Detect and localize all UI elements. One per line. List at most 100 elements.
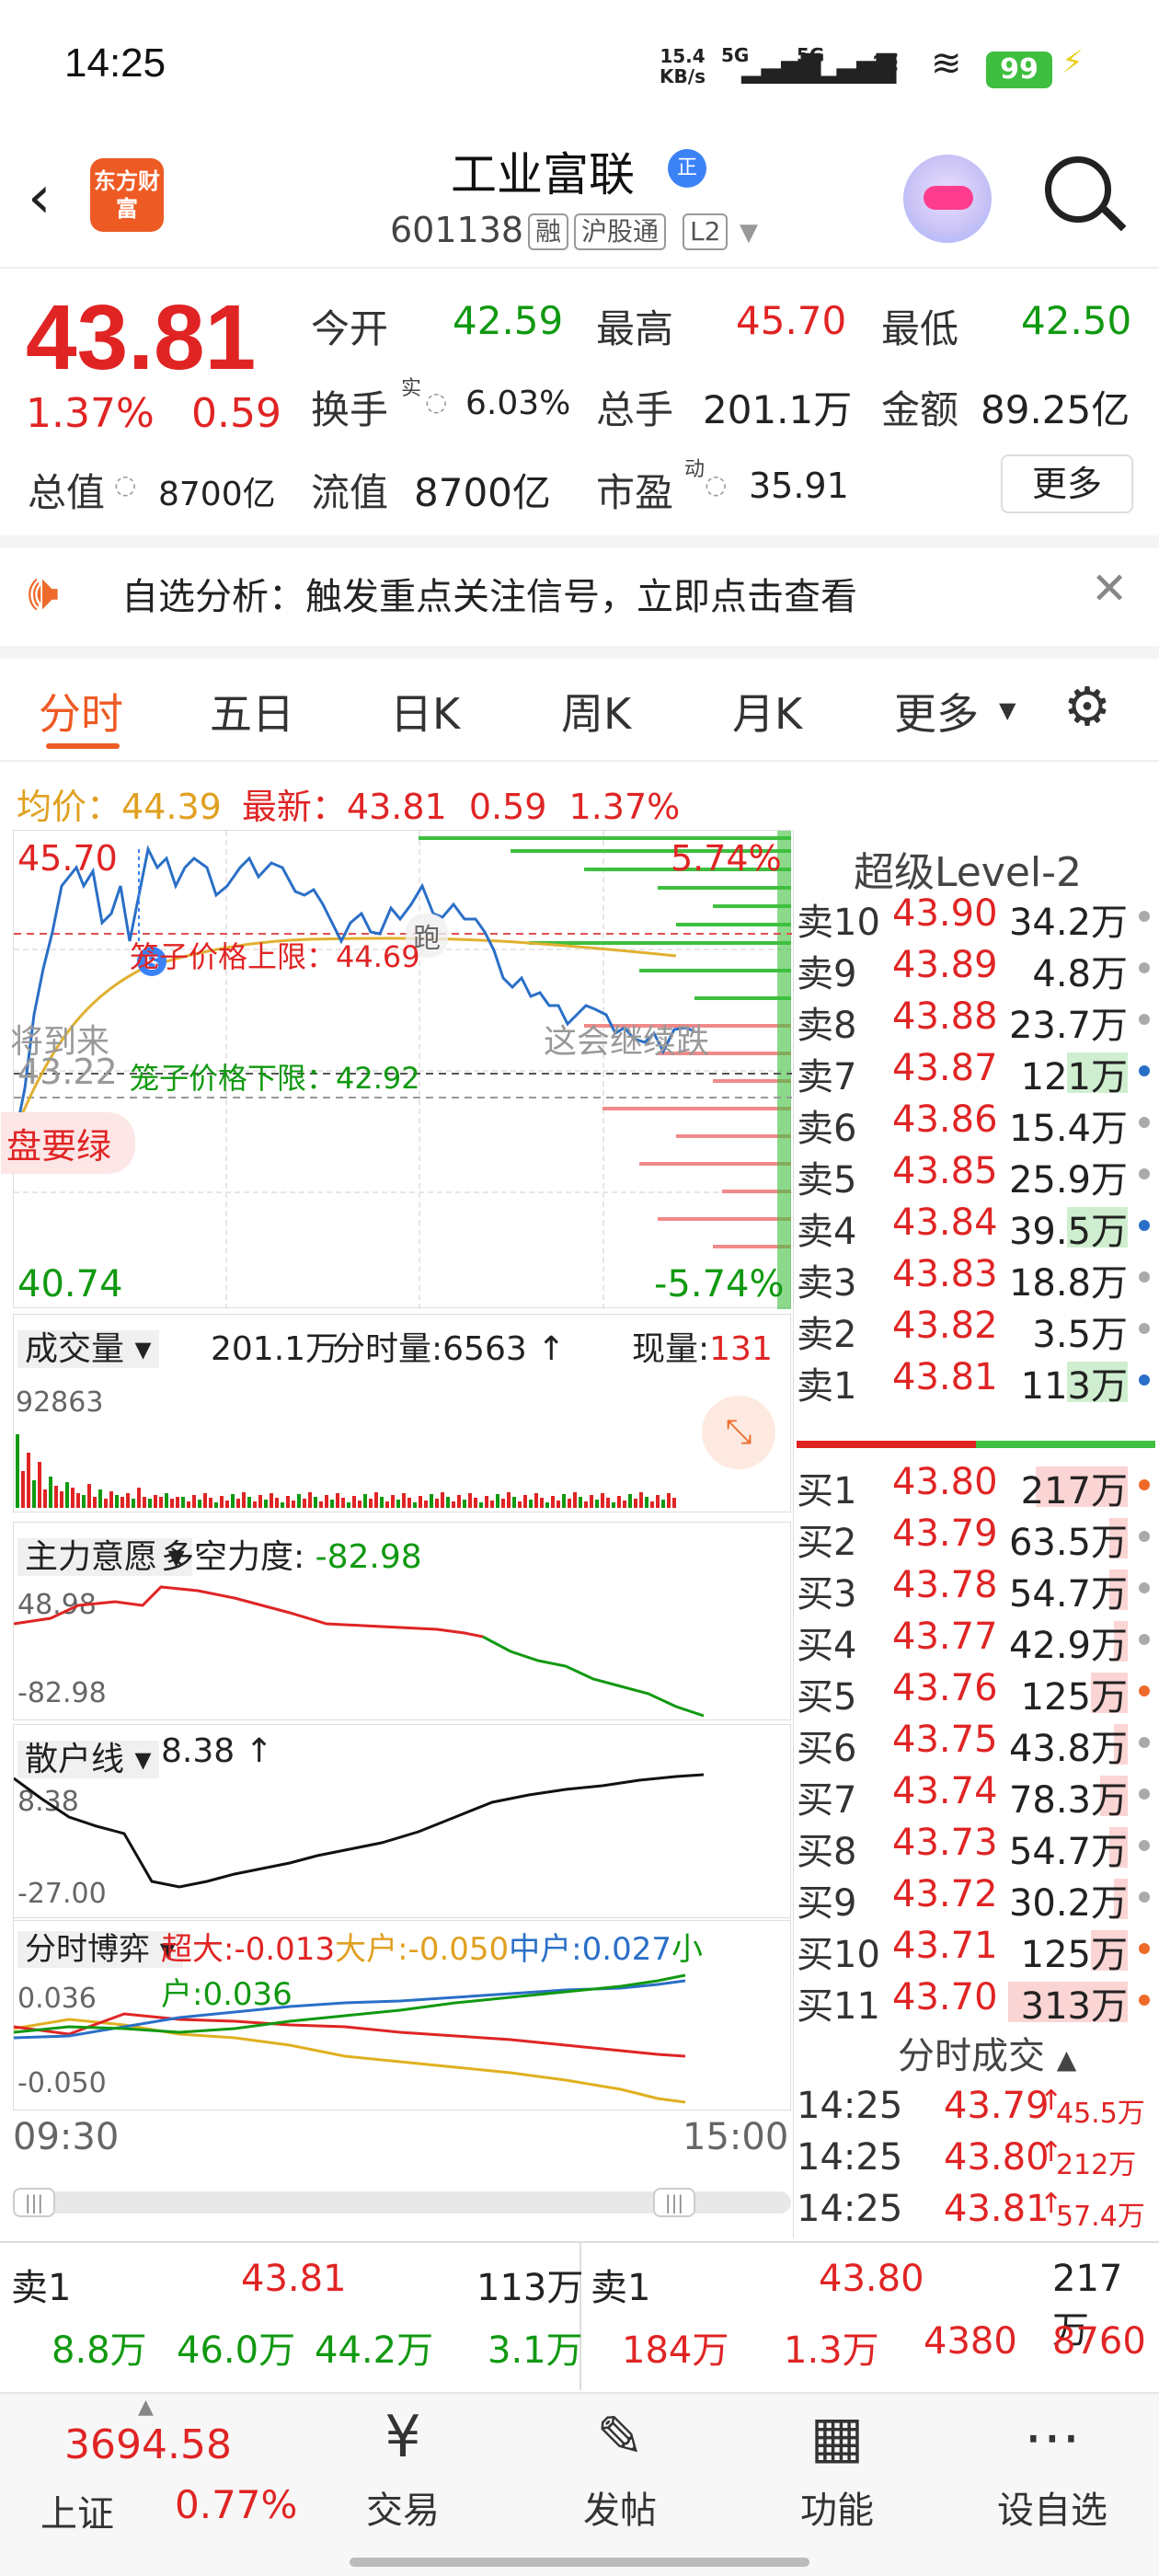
bid-row[interactable]: 买2 43.79 63.5万 bbox=[797, 1512, 1155, 1564]
ask-row[interactable]: 卖1 43.81 113万 bbox=[797, 1356, 1155, 1408]
tab-more[interactable]: 更多 bbox=[894, 681, 979, 742]
tab-five-day[interactable]: 五日 bbox=[210, 681, 294, 742]
tab-monthly-k[interactable]: 月K bbox=[732, 681, 802, 742]
volume-bar bbox=[446, 1497, 450, 1508]
low-label: 最低 bbox=[881, 306, 959, 351]
bid-row[interactable]: 买5 43.76 125万 bbox=[797, 1667, 1155, 1719]
profile-bar bbox=[777, 831, 791, 1309]
gear-icon[interactable]: ⚙ bbox=[1063, 675, 1111, 738]
volume-bar bbox=[247, 1497, 251, 1508]
ask-dot bbox=[1139, 1117, 1150, 1128]
intraday-chart[interactable]: S 45.70 5.74% 跑 笼子价格上限：44.69 将到来 这会继续跌 4… bbox=[1, 830, 792, 1309]
stock-name: 工业富联 bbox=[451, 148, 635, 201]
index-name[interactable]: 上证 bbox=[40, 2484, 114, 2537]
nav-trade-label: 交易 bbox=[366, 2490, 440, 2532]
eye-icon[interactable]: ◌ bbox=[705, 469, 727, 500]
bid-price: 43.79 bbox=[892, 1512, 998, 1555]
volume-bar bbox=[76, 1493, 80, 1508]
speaker-icon: 🕪 bbox=[28, 563, 60, 621]
trade-row: 14:25 43.79 ↑ 45.5万 bbox=[797, 2085, 1155, 2136]
bid-row[interactable]: 买7 43.74 78.3万 bbox=[797, 1770, 1155, 1822]
index-value[interactable]: 3694.58 bbox=[64, 2421, 232, 2468]
bid-row[interactable]: 买4 43.77 42.9万 bbox=[797, 1616, 1155, 1667]
ask-row[interactable]: 卖8 43.88 23.7万 bbox=[797, 995, 1155, 1047]
ask-dot bbox=[1139, 1374, 1150, 1386]
bid-volume: 78.3万 bbox=[1008, 1779, 1128, 1822]
volume-bar bbox=[407, 1498, 411, 1508]
assistant-eye bbox=[924, 186, 973, 210]
volume-panel[interactable]: 成交量 ▾ 201.1万 分时量:6563 ↑ 现量:131 92863 ⤡ bbox=[13, 1314, 791, 1512]
sell-queue-item: 44.2万 bbox=[315, 2329, 434, 2372]
nav-post[interactable]: ✎ 发帖 bbox=[546, 2403, 694, 2534]
eye-icon[interactable]: ◌ bbox=[425, 386, 447, 417]
ask-price: 43.84 bbox=[892, 1202, 998, 1244]
bid-row[interactable]: 买11 43.70 313万 bbox=[797, 1976, 1155, 2028]
scroll-handle-right[interactable]: ||| bbox=[653, 2188, 695, 2217]
more-button[interactable]: 更多 bbox=[1001, 454, 1133, 513]
open-label: 今开 bbox=[311, 306, 389, 351]
tab-intraday[interactable]: 分时 bbox=[39, 681, 123, 742]
ask-row[interactable]: 卖2 43.82 3.5万 bbox=[797, 1305, 1155, 1356]
volume-bar bbox=[612, 1502, 615, 1508]
ask-row[interactable]: 卖4 43.84 39.5万 bbox=[797, 1202, 1155, 1253]
nav-functions-label: 功能 bbox=[800, 2490, 874, 2532]
chevron-up-icon[interactable]: ▲ bbox=[138, 2396, 154, 2419]
ask-row[interactable]: 卖3 43.83 18.8万 bbox=[797, 1253, 1155, 1305]
bid-row[interactable]: 买3 43.78 54.7万 bbox=[797, 1564, 1155, 1616]
volume-bar bbox=[501, 1499, 505, 1508]
bid-row[interactable]: 买1 43.80 217万 bbox=[797, 1461, 1155, 1512]
price-line bbox=[14, 845, 695, 1144]
volume-bar bbox=[352, 1496, 356, 1508]
tab-daily-k[interactable]: 日K bbox=[390, 681, 460, 742]
close-icon[interactable]: ✕ bbox=[1091, 563, 1128, 615]
main-force-panel[interactable]: 主力意愿 ▾ 多空力度: -82.98 48.98 -82.98 bbox=[13, 1522, 791, 1720]
retail-line-panel[interactable]: 散户线 ▾ 8.38 ↑ 8.38 -27.00 bbox=[13, 1724, 791, 1921]
ask-row[interactable]: 卖10 43.90 34.2万 bbox=[797, 892, 1155, 944]
game-panel[interactable]: 分时博弈 ▾ 超大:-0.013大户:-0.050中户:0.027小户:0.03… bbox=[13, 1917, 791, 2110]
wifi-icon-2: ≋ bbox=[931, 42, 962, 85]
mktcap-label: 总值 bbox=[28, 470, 106, 515]
eye-icon[interactable]: ◌ bbox=[114, 469, 136, 500]
volume-bar bbox=[220, 1496, 224, 1508]
volume-bar bbox=[656, 1495, 660, 1508]
amount-label: 金额 bbox=[881, 387, 959, 432]
home-indicator[interactable] bbox=[350, 2558, 809, 2567]
ask-label: 卖6 bbox=[797, 1108, 857, 1150]
alert-text[interactable]: 自选分析：触发重点关注信号，立即点击查看 bbox=[121, 567, 857, 620]
bid-volume: 43.8万 bbox=[1008, 1728, 1128, 1770]
volume-bar bbox=[198, 1500, 201, 1508]
scroll-handle-left[interactable]: ||| bbox=[13, 2188, 55, 2217]
trades-title[interactable]: 分时成交 ▲ bbox=[898, 2026, 1076, 2079]
chevron-down-icon[interactable]: ▼ bbox=[999, 697, 1016, 723]
nav-add-watchlist[interactable]: ⋯ 设自选 bbox=[979, 2403, 1126, 2534]
volume-bar bbox=[109, 1491, 113, 1508]
ask-row[interactable]: 卖6 43.86 15.4万 bbox=[797, 1098, 1155, 1150]
bid-label: 买11 bbox=[797, 1985, 880, 2028]
volume-bar bbox=[292, 1501, 295, 1508]
ask-row[interactable]: 卖7 43.87 121万 bbox=[797, 1047, 1155, 1098]
high-label: 最高 bbox=[596, 306, 674, 351]
level2-title[interactable]: 超级Level-2 bbox=[854, 839, 1082, 898]
turnover-value: 6.03% bbox=[465, 385, 571, 422]
search-icon[interactable] bbox=[1045, 156, 1111, 223]
ask-volume: 4.8万 bbox=[1032, 953, 1128, 995]
volume-bar bbox=[27, 1453, 30, 1508]
nav-functions[interactable]: ▦ 功能 bbox=[763, 2403, 911, 2534]
ask-volume: 15.4万 bbox=[1008, 1108, 1128, 1150]
index-pct[interactable]: 0.77% bbox=[175, 2482, 297, 2527]
ask-dot bbox=[1139, 1323, 1150, 1334]
bid-row[interactable]: 买9 43.72 30.2万 bbox=[797, 1873, 1155, 1925]
nav-trade[interactable]: ¥ 交易 bbox=[329, 2403, 476, 2534]
app-logo[interactable]: 东方财富 bbox=[90, 158, 164, 232]
bid-row[interactable]: 买10 43.71 125万 bbox=[797, 1925, 1155, 1976]
back-icon[interactable]: ‹ bbox=[28, 164, 52, 232]
ask-volume: 113万 bbox=[1020, 1365, 1128, 1408]
bid-volume: 54.7万 bbox=[1008, 1573, 1128, 1616]
bid-row[interactable]: 买8 43.73 54.7万 bbox=[797, 1822, 1155, 1873]
ask-row[interactable]: 卖9 43.89 4.8万 bbox=[797, 944, 1155, 995]
nav-add-watchlist-label: 设自选 bbox=[997, 2490, 1107, 2532]
chevron-down-icon[interactable]: ▼ bbox=[740, 219, 758, 247]
tab-weekly-k[interactable]: 周K bbox=[561, 681, 631, 742]
ask-row[interactable]: 卖5 43.85 25.9万 bbox=[797, 1150, 1155, 1202]
bid-row[interactable]: 买6 43.75 43.8万 bbox=[797, 1719, 1155, 1770]
